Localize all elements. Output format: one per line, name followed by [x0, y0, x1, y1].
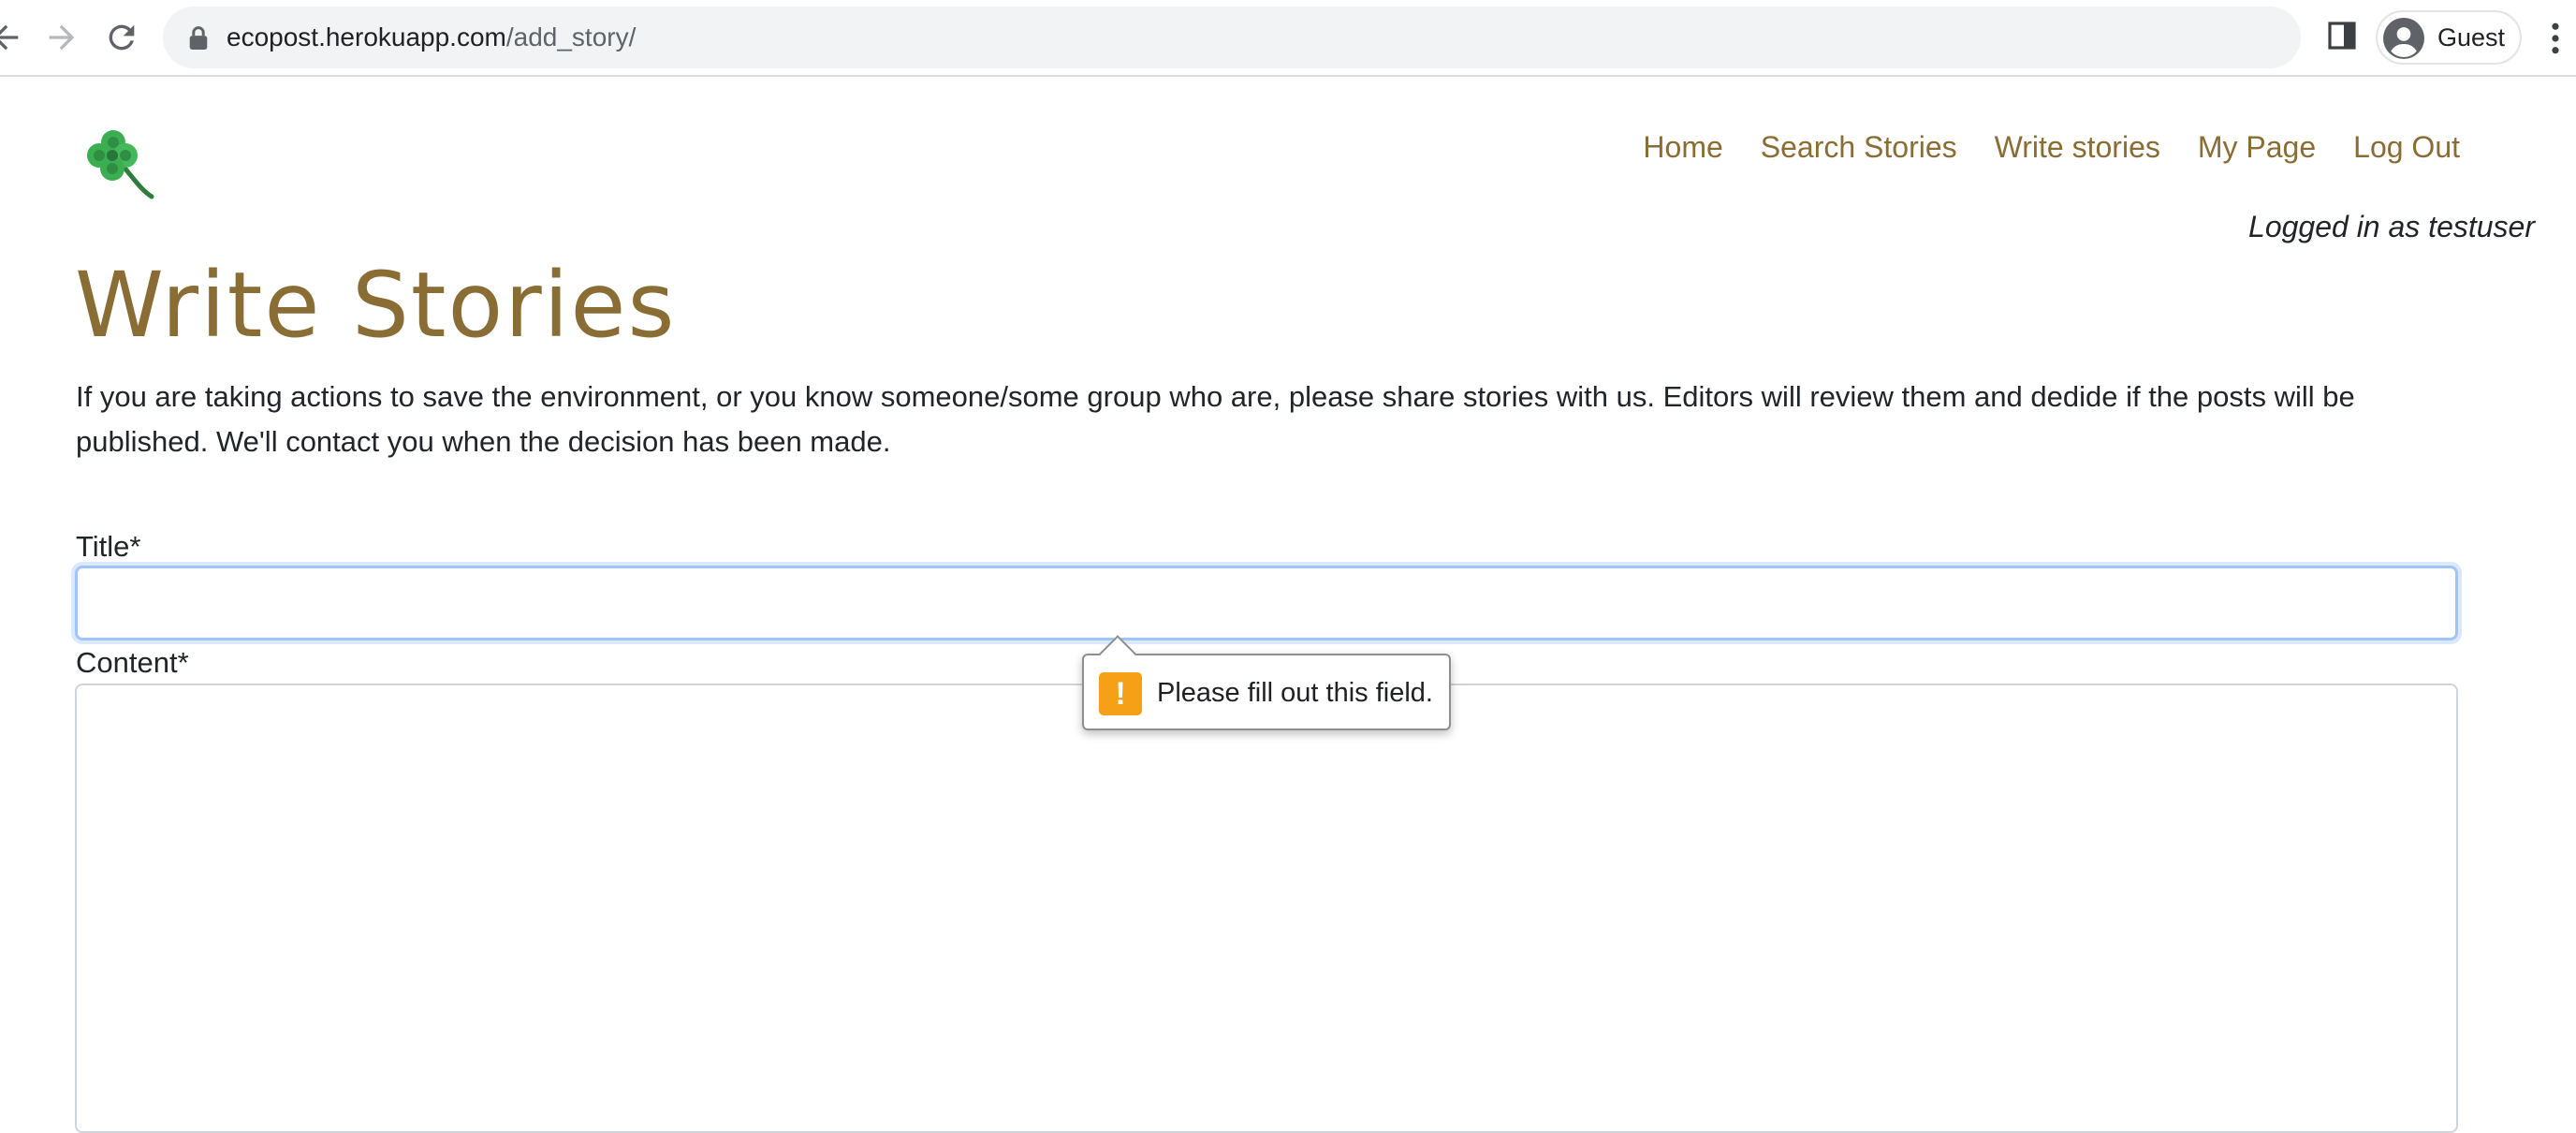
profile-button[interactable]: Guest [2376, 10, 2522, 65]
warning-icon: ! [1099, 672, 1142, 715]
nav-my-page-link[interactable]: My Page [2198, 127, 2316, 167]
title-input[interactable] [75, 566, 2458, 640]
logged-in-status: Logged in as testuser [2248, 210, 2535, 243]
nav-search-stories-link[interactable]: Search Stories [1761, 127, 1957, 167]
tooltip-arrow [1099, 635, 1136, 672]
nav-home-link[interactable]: Home [1643, 127, 1722, 167]
validation-tooltip: ! Please fill out this field. [1082, 635, 1451, 730]
nav-write-stories-link[interactable]: Write stories [1995, 127, 2160, 167]
main-navigation: Home Search Stories Write stories My Pag… [1643, 127, 2460, 167]
browser-toolbar: ecopost.herokuapp.com/add_story/ Guest [0, 0, 2576, 77]
profile-name: Guest [2437, 23, 2506, 52]
reload-icon[interactable] [103, 19, 140, 56]
back-arrow-icon[interactable] [0, 19, 24, 56]
url-text[interactable]: ecopost.herokuapp.com/add_story/ [227, 7, 636, 68]
url-path: /add_story/ [505, 22, 637, 52]
url-host: ecopost.herokuapp.com [227, 22, 506, 52]
intro-text: If you are taking actions to save the en… [76, 380, 2355, 458]
page-title: Write Stories [75, 253, 677, 358]
nav-log-out-link[interactable]: Log Out [2353, 127, 2460, 167]
side-panel-icon[interactable] [2327, 21, 2357, 51]
title-label: Title* [76, 530, 141, 563]
clover-logo-icon[interactable] [82, 124, 161, 202]
validation-message: Please fill out this field. [1157, 678, 1433, 708]
lock-icon[interactable] [187, 25, 210, 50]
avatar-icon [2383, 18, 2424, 59]
more-menu-icon[interactable] [2550, 22, 2561, 54]
content-textarea[interactable] [75, 684, 2458, 1133]
content-label: Content* [76, 646, 189, 679]
forward-arrow-icon[interactable] [43, 19, 80, 56]
address-bar[interactable]: ecopost.herokuapp.com/add_story/ [163, 7, 2301, 68]
